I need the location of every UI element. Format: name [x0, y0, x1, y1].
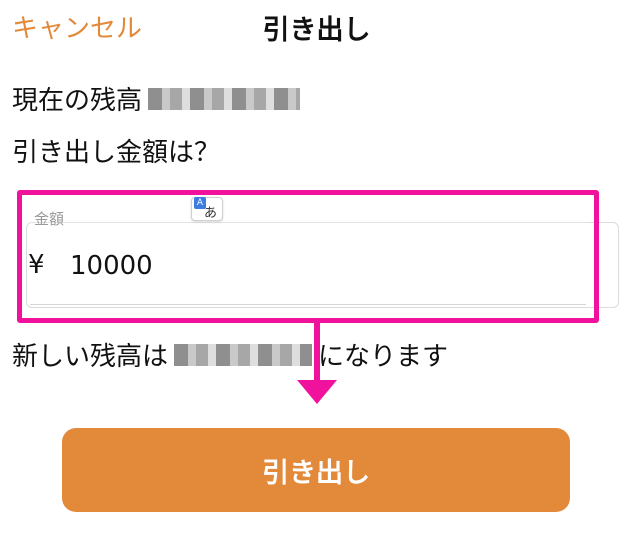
translate-icon[interactable]: A あ [191, 197, 223, 221]
amount-input[interactable] [70, 247, 550, 285]
new-balance-suffix: になります [318, 342, 449, 372]
current-balance-label: 現在の残高 [12, 86, 143, 116]
new-balance-prefix: 新しい残高は [12, 342, 169, 372]
current-balance-row: 現在の残高 [12, 80, 306, 117]
navigation-header: キャンセル 引き出し [0, 0, 633, 56]
redacted-new-balance-value [174, 343, 313, 366]
page-title: 引き出し [262, 15, 371, 46]
field-divider [30, 222, 586, 223]
new-balance-row: 新しい残高は になります [12, 336, 448, 373]
withdraw-question: 引き出し金額は？ [12, 138, 221, 168]
currency-symbol: ¥ [28, 250, 45, 280]
translate-kana-label: あ [204, 206, 218, 221]
redacted-balance-value [148, 87, 301, 110]
annotation-arrow-down-icon [297, 380, 337, 404]
amount-field-label: 金額 [34, 210, 65, 228]
field-underline [30, 304, 586, 305]
withdraw-button[interactable]: 引き出し [62, 428, 570, 512]
